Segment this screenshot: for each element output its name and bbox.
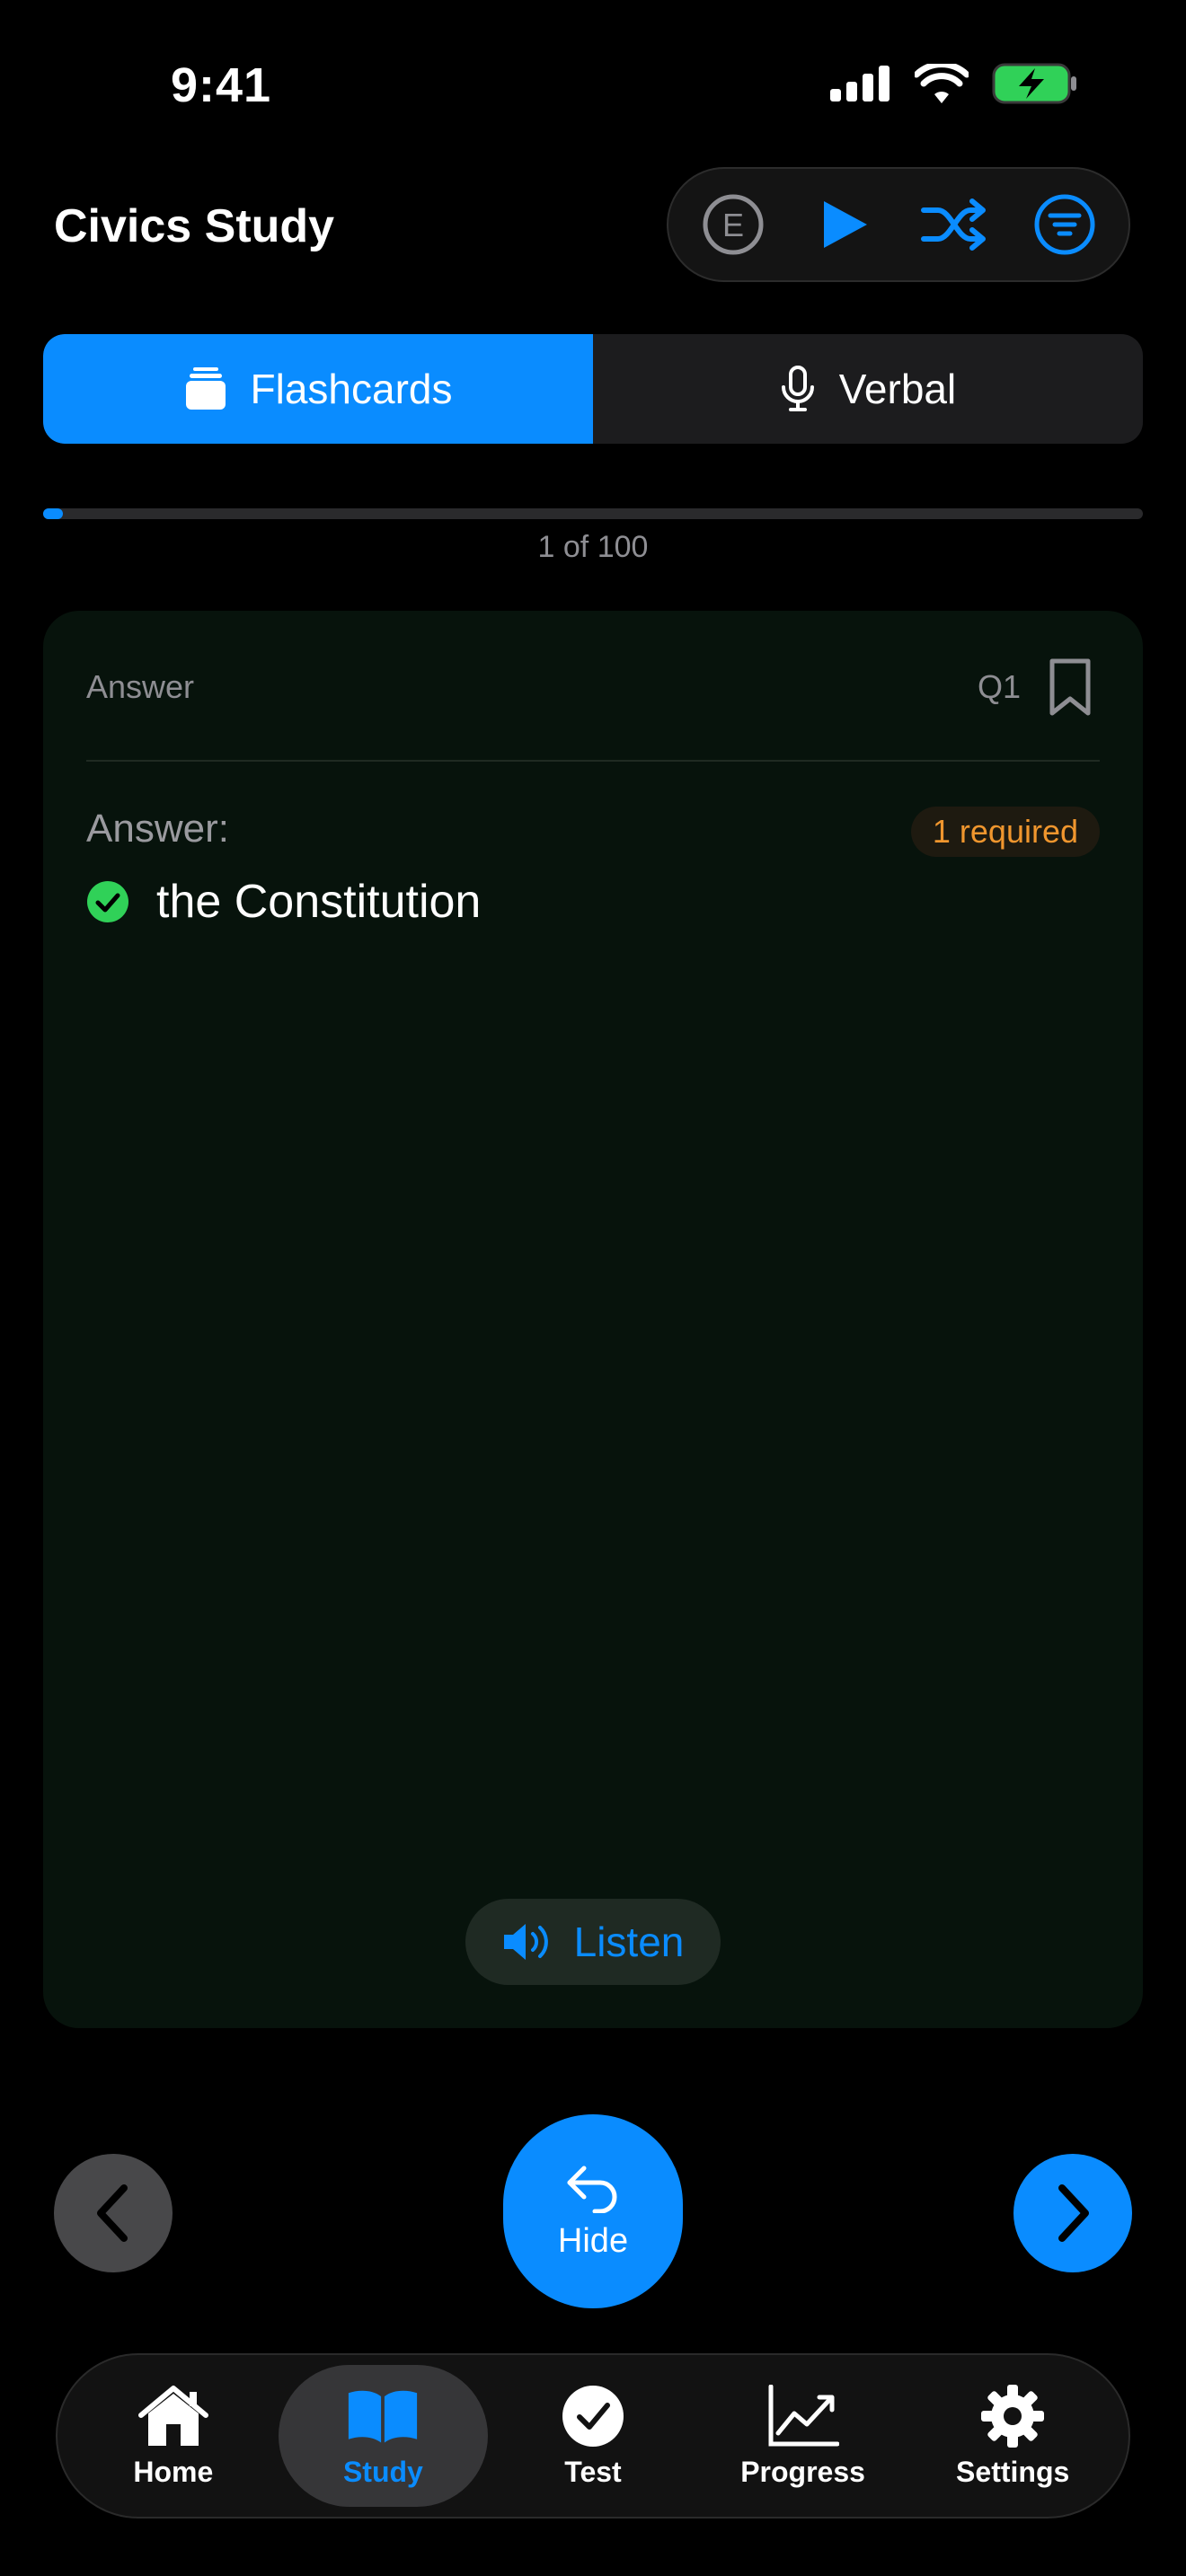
answer-heading: Answer: [86,807,229,851]
hide-answer-button[interactable]: Hide [503,2114,683,2308]
checkmark-circle-icon [562,2385,624,2447]
card-side-label: Answer [86,668,195,705]
language-button[interactable]: E [693,184,774,265]
tab-settings-label: Settings [956,2455,1070,2488]
filter-icon [1034,194,1094,255]
chevron-left-icon [97,2184,128,2242]
tab-home[interactable]: Home [68,2365,279,2507]
shuffle-button[interactable] [914,184,995,265]
next-card-button[interactable] [1013,2154,1132,2272]
tab-verbal-label: Verbal [838,366,957,412]
progress-bar [43,508,1143,519]
bookmark-icon[interactable] [1048,657,1093,717]
play-icon [823,201,867,248]
page-title: Civics Study [54,200,335,252]
answer-text: the Constitution [156,876,482,928]
tab-bar: Home Study Test Progress Settings [56,2353,1130,2519]
battery-charging-icon [992,63,1076,104]
gear-icon [981,2384,1045,2448]
status-time: 9:41 [171,58,272,112]
progress-label: 1 of 100 [537,530,649,564]
tab-settings[interactable]: Settings [907,2365,1118,2507]
study-toolbar: E [667,167,1130,282]
language-e-icon: E [703,194,763,255]
flashcard[interactable]: Answer Q1 Answer: 1 required the Constit… [43,611,1143,2028]
svg-text:E: E [721,207,743,243]
filter-button[interactable] [1024,184,1105,265]
listen-button[interactable]: Listen [465,1899,721,1985]
shuffle-icon [920,198,986,251]
status-icons [830,63,1078,104]
book-icon [349,2390,418,2443]
tab-flashcards[interactable]: Flashcards [43,334,593,444]
tab-study[interactable]: Study [278,2365,489,2507]
card-divider [86,760,1100,762]
wifi-icon [915,64,969,103]
tab-progress-label: Progress [740,2455,865,2488]
tab-test-label: Test [564,2455,622,2488]
chevron-right-icon [1058,2184,1089,2242]
tab-verbal[interactable]: Verbal [593,334,1143,444]
mode-segmented-control: Flashcards Verbal [43,334,1143,444]
home-icon [137,2385,208,2446]
autoplay-button[interactable] [803,184,884,265]
chart-line-icon [768,2384,839,2446]
previous-card-button[interactable] [54,2154,173,2272]
tab-study-label: Study [342,2455,423,2488]
required-badge: 1 required [910,807,1100,857]
undo-arrow-icon [567,2166,617,2213]
cellular-signal-icon [830,66,890,101]
cards-stack-icon [185,367,226,410]
progress-bar-fill [43,508,64,519]
tab-home-label: Home [133,2455,214,2488]
microphone-icon [781,366,814,411]
checkmark-circle-icon [87,881,128,922]
tab-flashcards-label: Flashcards [250,366,453,412]
tab-test[interactable]: Test [488,2365,698,2507]
speaker-icon [503,1924,548,1960]
question-number: Q1 [977,668,1021,705]
tab-progress[interactable]: Progress [698,2365,908,2507]
hide-label: Hide [557,2221,629,2260]
answer-item: the Constitution [86,875,481,929]
listen-label: Listen [573,1919,685,1965]
